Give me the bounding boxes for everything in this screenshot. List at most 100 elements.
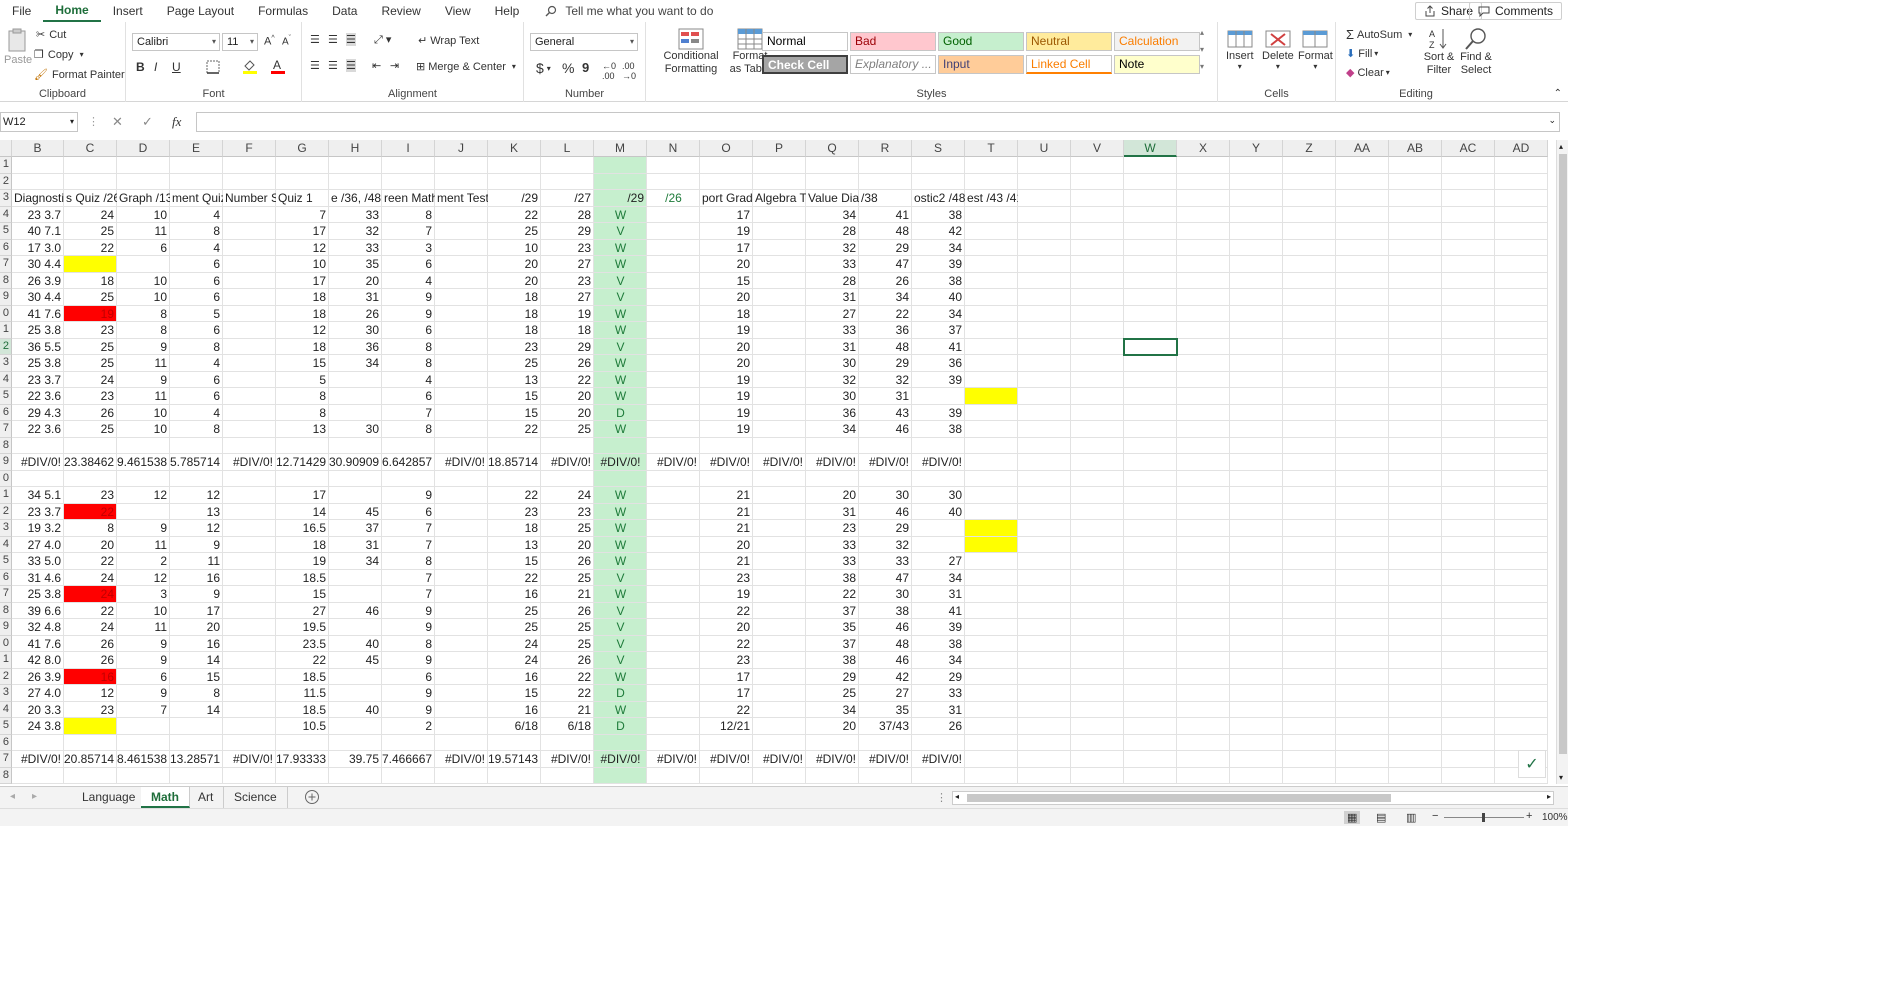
cell[interactable]: 39 6.6 xyxy=(12,603,64,620)
page-break-view-button[interactable]: ▥ xyxy=(1406,811,1416,824)
row-header[interactable]: 9 xyxy=(0,619,12,636)
cell[interactable] xyxy=(223,421,276,438)
format-cells-button[interactable]: Format ▾ xyxy=(1298,28,1333,71)
tab-file[interactable]: File xyxy=(0,0,43,22)
column-header-o[interactable]: O xyxy=(700,140,753,157)
row-header[interactable]: 7 xyxy=(0,751,12,768)
cell[interactable] xyxy=(435,322,488,339)
cell[interactable]: 41 7.6 xyxy=(12,636,64,653)
cell[interactable] xyxy=(435,372,488,389)
cell[interactable]: 31 xyxy=(329,289,382,306)
cell[interactable]: W xyxy=(594,372,647,389)
select-all-corner[interactable] xyxy=(0,140,12,157)
cell[interactable] xyxy=(753,223,806,240)
cell[interactable]: 8 xyxy=(170,685,223,702)
cell[interactable]: 34 xyxy=(912,652,965,669)
cell[interactable]: 17 xyxy=(276,223,329,240)
cell[interactable]: V xyxy=(594,289,647,306)
cell[interactable]: 27 4.0 xyxy=(12,685,64,702)
cell[interactable]: 12.71429 xyxy=(276,454,329,471)
cell[interactable]: 10 xyxy=(488,240,541,257)
cell[interactable]: 9 xyxy=(382,487,435,504)
cell[interactable]: 25 3.8 xyxy=(12,355,64,372)
cell[interactable] xyxy=(647,636,700,653)
cell[interactable]: 9 xyxy=(117,339,170,356)
cell[interactable] xyxy=(64,256,117,273)
cell[interactable]: port Grade xyxy=(700,190,753,207)
clear-button[interactable]: ◆ Clear ▾ xyxy=(1346,66,1390,80)
prev-sheet-button[interactable]: ◂ xyxy=(10,791,15,802)
cell[interactable]: 21 xyxy=(700,520,753,537)
cell[interactable]: 29 xyxy=(859,240,912,257)
cell[interactable] xyxy=(647,223,700,240)
zoom-slider-thumb[interactable] xyxy=(1482,813,1485,822)
scroll-thumb[interactable] xyxy=(1559,154,1567,754)
cell[interactable]: 34 xyxy=(806,702,859,719)
cell[interactable]: 17 xyxy=(700,685,753,702)
cell[interactable]: 9 xyxy=(382,603,435,620)
cell[interactable] xyxy=(223,306,276,323)
column-header-l[interactable]: L xyxy=(541,140,594,157)
cell[interactable]: 31 4.6 xyxy=(12,570,64,587)
cell[interactable]: 23 xyxy=(64,322,117,339)
cell[interactable]: W xyxy=(594,355,647,372)
cell[interactable]: 24 xyxy=(64,372,117,389)
column-header-j[interactable]: J xyxy=(435,140,488,157)
cell[interactable]: 23 xyxy=(488,339,541,356)
cell[interactable]: /38 xyxy=(859,190,912,207)
tab-review[interactable]: Review xyxy=(369,0,432,22)
cell[interactable]: 9 xyxy=(382,652,435,669)
column-header-z[interactable]: Z xyxy=(1283,140,1336,157)
cell[interactable]: 19 xyxy=(700,405,753,422)
cell[interactable]: 10 xyxy=(117,405,170,422)
cell[interactable]: W xyxy=(594,669,647,686)
zoom-level[interactable]: 100% xyxy=(1542,812,1568,823)
cell[interactable] xyxy=(647,685,700,702)
cell[interactable] xyxy=(435,586,488,603)
column-header-i[interactable]: I xyxy=(382,140,435,157)
cell[interactable]: 17.93333 xyxy=(276,751,329,768)
cell[interactable]: 30 xyxy=(859,487,912,504)
row-header[interactable]: 2 xyxy=(0,503,12,520)
cell[interactable]: 18 xyxy=(276,289,329,306)
cell[interactable]: ment Test xyxy=(435,190,488,207)
cell[interactable]: #DIV/0! xyxy=(435,454,488,471)
cell[interactable]: 2 xyxy=(382,718,435,735)
cell[interactable] xyxy=(753,355,806,372)
cell[interactable]: #DIV/0! xyxy=(647,751,700,768)
cell[interactable]: Diagnostic xyxy=(12,190,64,207)
cell[interactable] xyxy=(223,256,276,273)
insert-cells-button[interactable]: Insert ▾ xyxy=(1226,28,1254,71)
cell-style-good[interactable]: Good xyxy=(938,32,1024,51)
cell[interactable]: est /43 /41 xyxy=(965,190,1018,207)
cell[interactable]: 42 8.0 xyxy=(12,652,64,669)
cell[interactable]: 11 xyxy=(117,537,170,554)
sheet-tab-science[interactable]: Science xyxy=(224,787,288,808)
cell[interactable]: 20 xyxy=(541,388,594,405)
cell[interactable]: #DIV/0! xyxy=(700,454,753,471)
merge-center-button[interactable]: ⊞ Merge & Center ▾ xyxy=(416,60,516,74)
cell[interactable] xyxy=(647,570,700,587)
cell[interactable]: 18 xyxy=(700,306,753,323)
cell[interactable]: W xyxy=(594,388,647,405)
cell[interactable]: 24 xyxy=(541,487,594,504)
cell[interactable] xyxy=(647,405,700,422)
cell[interactable]: 32 4.8 xyxy=(12,619,64,636)
sort-filter-button[interactable]: AZ Sort & Filter xyxy=(1422,27,1456,77)
cell[interactable]: 18.85714 xyxy=(488,454,541,471)
cell[interactable]: 25 xyxy=(541,570,594,587)
cell[interactable]: 31 xyxy=(806,504,859,521)
cell[interactable]: 10 xyxy=(117,207,170,224)
font-name-combo[interactable]: Calibri ▾ xyxy=(132,33,220,51)
cell[interactable]: W xyxy=(594,322,647,339)
cell[interactable] xyxy=(435,405,488,422)
cell[interactable]: 24 3.8 xyxy=(12,718,64,735)
column-header-ac[interactable]: AC xyxy=(1442,140,1495,157)
cell[interactable]: 22 xyxy=(700,603,753,620)
cell[interactable]: 19 xyxy=(700,322,753,339)
cell[interactable] xyxy=(647,322,700,339)
cell[interactable]: #DIV/0! xyxy=(912,454,965,471)
row-header[interactable]: 6 xyxy=(0,404,12,421)
cell[interactable]: #DIV/0! xyxy=(912,751,965,768)
cell[interactable]: e /36, /48 xyxy=(329,190,382,207)
